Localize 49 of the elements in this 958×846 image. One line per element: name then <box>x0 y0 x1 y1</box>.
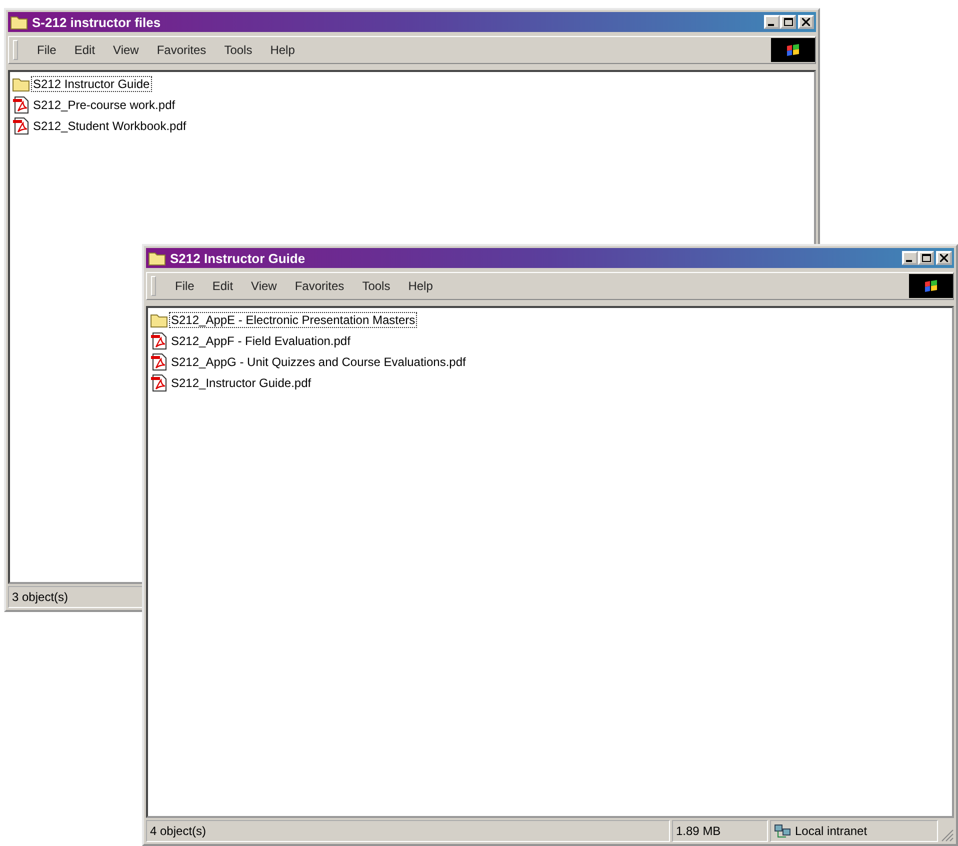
menu-item[interactable]: Tools <box>215 43 262 57</box>
maximize-button[interactable] <box>918 251 934 265</box>
status-text: Local intranet <box>795 824 868 838</box>
maximize-icon <box>922 254 930 262</box>
menu-item[interactable]: Edit <box>203 279 242 293</box>
flag-logo-icon <box>771 38 815 62</box>
minimize-button[interactable] <box>764 15 780 29</box>
pdf-file-icon <box>150 332 168 350</box>
menu-item[interactable]: Edit <box>65 43 104 57</box>
status-pane: 4 object(s) <box>146 820 670 842</box>
folder-icon <box>150 312 168 328</box>
folder-item[interactable]: S212 Instructor Guide <box>31 76 152 92</box>
folder-item[interactable]: S212_AppE - Electronic Presentation Masters <box>169 312 418 328</box>
pdf-file-icon <box>150 374 168 392</box>
document-entry[interactable]: S212_AppF - Field Evaluation.pdf <box>169 332 352 348</box>
resize-grip-icon[interactable] <box>940 828 954 842</box>
menu-item[interactable]: Favorites <box>148 43 216 57</box>
document-entry[interactable]: S212_Student Workbook.pdf <box>31 118 188 134</box>
menu-item[interactable]: Help <box>399 279 442 293</box>
close-icon <box>802 18 810 26</box>
minimize-button[interactable] <box>902 251 918 265</box>
network-icon <box>774 823 792 839</box>
toolbar-grip[interactable] <box>13 40 18 60</box>
close-button[interactable] <box>798 15 814 29</box>
menu-item[interactable]: View <box>104 43 148 57</box>
pdf-file-icon <box>12 116 30 134</box>
menu-item[interactable]: File <box>166 279 204 293</box>
pdf-file-icon <box>150 352 168 370</box>
folder-icon <box>12 76 30 92</box>
maximize-icon <box>784 18 792 26</box>
menu-item[interactable]: Favorites <box>286 279 354 293</box>
status-pane: 1.89 MB <box>672 820 768 842</box>
pdf-file-icon <box>12 96 30 114</box>
document-entry[interactable]: S212_AppG - Unit Quizzes and Course Evaluations.pdf <box>169 354 468 370</box>
close-button[interactable] <box>936 251 952 265</box>
menu-item[interactable]: Help <box>261 43 304 57</box>
toolbar-grip[interactable] <box>151 276 156 296</box>
flag-logo-icon <box>909 274 953 298</box>
folder-title-icon <box>148 250 166 266</box>
close-icon <box>940 254 948 262</box>
menu-item[interactable]: Tools <box>353 279 400 293</box>
folder-title-icon <box>10 14 28 30</box>
menu-item[interactable]: View <box>242 279 286 293</box>
document-entry[interactable]: S212_Pre-course work.pdf <box>31 96 178 112</box>
document-entry[interactable]: S212_Instructor Guide.pdf <box>169 374 314 390</box>
maximize-button[interactable] <box>780 15 796 29</box>
window-title: S-212 instructor files <box>32 14 162 30</box>
window-title: S212 Instructor Guide <box>170 250 306 266</box>
menu-item[interactable]: File <box>28 43 66 57</box>
